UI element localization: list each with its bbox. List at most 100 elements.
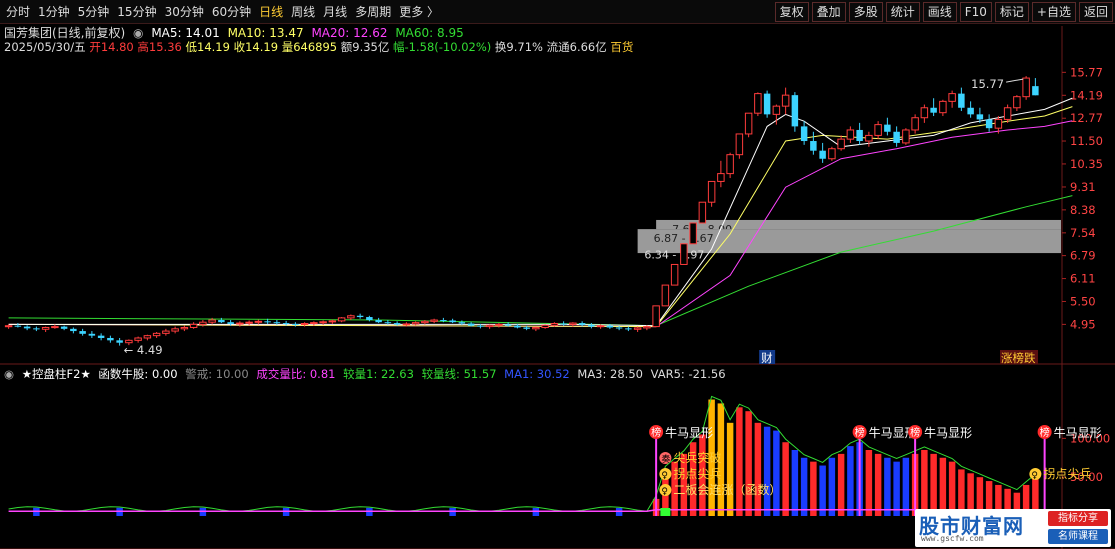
support-zone-label: 6.87 - 7.67 [654, 232, 714, 245]
candle-body [495, 323, 503, 326]
indicator-bar [800, 457, 808, 516]
sub-signal-text: 二板会连涨（函数） [673, 482, 781, 497]
indicator-bar [902, 457, 910, 516]
candle-body [310, 322, 318, 325]
candle-body [107, 337, 114, 341]
candle-body [550, 323, 559, 326]
signal-icon: 榜 [855, 426, 865, 439]
candle-body [116, 340, 123, 343]
signal-text: 牛马显形 [665, 425, 713, 440]
candle-body [643, 326, 651, 329]
candle-body [171, 328, 179, 332]
candle-body [911, 117, 919, 131]
indicator-bar [847, 446, 854, 516]
kline-chart[interactable]: 15.77 14.19 12.77 11.50 10.35 9.31 8.38 7.54 6.7… [0, 0, 1115, 549]
candle-body [440, 320, 447, 322]
candle-body [763, 93, 771, 115]
candle-body [985, 119, 993, 129]
candle-body [920, 107, 929, 119]
candle-body [264, 321, 271, 323]
price-tick-label: 7.54 [1070, 226, 1096, 240]
candle-body [477, 325, 484, 327]
candle-body [578, 323, 586, 325]
candle-body [458, 322, 466, 324]
logo-badge-course: 名师课程 [1048, 529, 1108, 544]
candle-body [199, 321, 207, 325]
candle-body [726, 154, 734, 175]
candle-body [254, 320, 263, 323]
signal-icon: 榜 [910, 426, 920, 439]
candle-body [856, 129, 863, 142]
candle-body [134, 337, 142, 341]
indicator-bar [745, 411, 752, 516]
candle-body [328, 320, 337, 323]
signal-icon: 榜 [651, 426, 661, 439]
candle-body [14, 325, 22, 327]
candle-body [97, 335, 105, 338]
candle-body [958, 93, 965, 108]
price-tick-label: 6.79 [1070, 249, 1096, 263]
candle-body [189, 323, 198, 328]
candle-body [162, 330, 170, 334]
indicator-bar [763, 426, 771, 516]
indicator-line-magenta [8, 509, 1036, 513]
indicator-bar [948, 461, 956, 516]
candle-body [625, 328, 632, 330]
candle-body [846, 129, 855, 140]
candle-body [449, 320, 456, 323]
indicator-bar [874, 453, 882, 516]
candle-body [300, 323, 309, 326]
candle-body [930, 107, 937, 113]
candle-body [33, 328, 40, 330]
candle-body [976, 114, 984, 120]
candle-body [939, 100, 947, 114]
candle-body [319, 321, 327, 324]
ma60-line [8, 195, 1073, 327]
candle-body [60, 326, 68, 329]
candle-body [865, 134, 873, 142]
candle-body [70, 328, 77, 332]
sub-signal-icon: ♀ [661, 487, 668, 497]
candle-body [615, 327, 623, 329]
cai-label: 财 [761, 351, 773, 365]
price-tick-label: 5.50 [1070, 294, 1096, 308]
tags-label: 涨榜跌 [1001, 351, 1036, 365]
candle-body [707, 180, 716, 203]
candle-body [532, 326, 540, 330]
candle-body [874, 124, 882, 136]
candle-body [523, 327, 530, 329]
price-tick-label: 12.77 [1070, 111, 1103, 125]
price-tick-label: 11.50 [1070, 134, 1103, 148]
candle-body [421, 320, 429, 324]
candle-body [680, 243, 688, 265]
candle-body [744, 112, 753, 135]
indicator-bar [828, 457, 836, 516]
candle-body [1032, 86, 1039, 96]
candle-body [514, 325, 521, 328]
candle-body [837, 138, 845, 150]
sub-signal-text: 拐点尖兵 [1043, 466, 1091, 481]
price-tick-label: 10.35 [1070, 157, 1103, 171]
candle-body [541, 324, 549, 328]
indicator-bar [819, 465, 826, 516]
candle-body [994, 118, 1003, 129]
indicator-bar [773, 430, 780, 516]
sub-signal-text: 拐点尖兵 [673, 466, 721, 481]
candle-body [51, 326, 59, 329]
signal-icon: 榜 [1040, 426, 1050, 439]
candle-body [180, 326, 189, 330]
candle-body [143, 335, 152, 339]
candle-body [698, 201, 707, 224]
indicator-line-green [8, 395, 1036, 512]
indicator-bar [865, 450, 873, 516]
candle-body [652, 305, 660, 328]
indicator-bar [736, 407, 743, 516]
candle-body [366, 317, 373, 321]
candle-body [384, 322, 392, 324]
candle-body [893, 131, 900, 143]
candle-body [967, 107, 974, 115]
candle-body [828, 148, 836, 160]
indicator-bar [921, 450, 928, 516]
candle-body [245, 321, 253, 324]
candle-body [633, 327, 642, 330]
